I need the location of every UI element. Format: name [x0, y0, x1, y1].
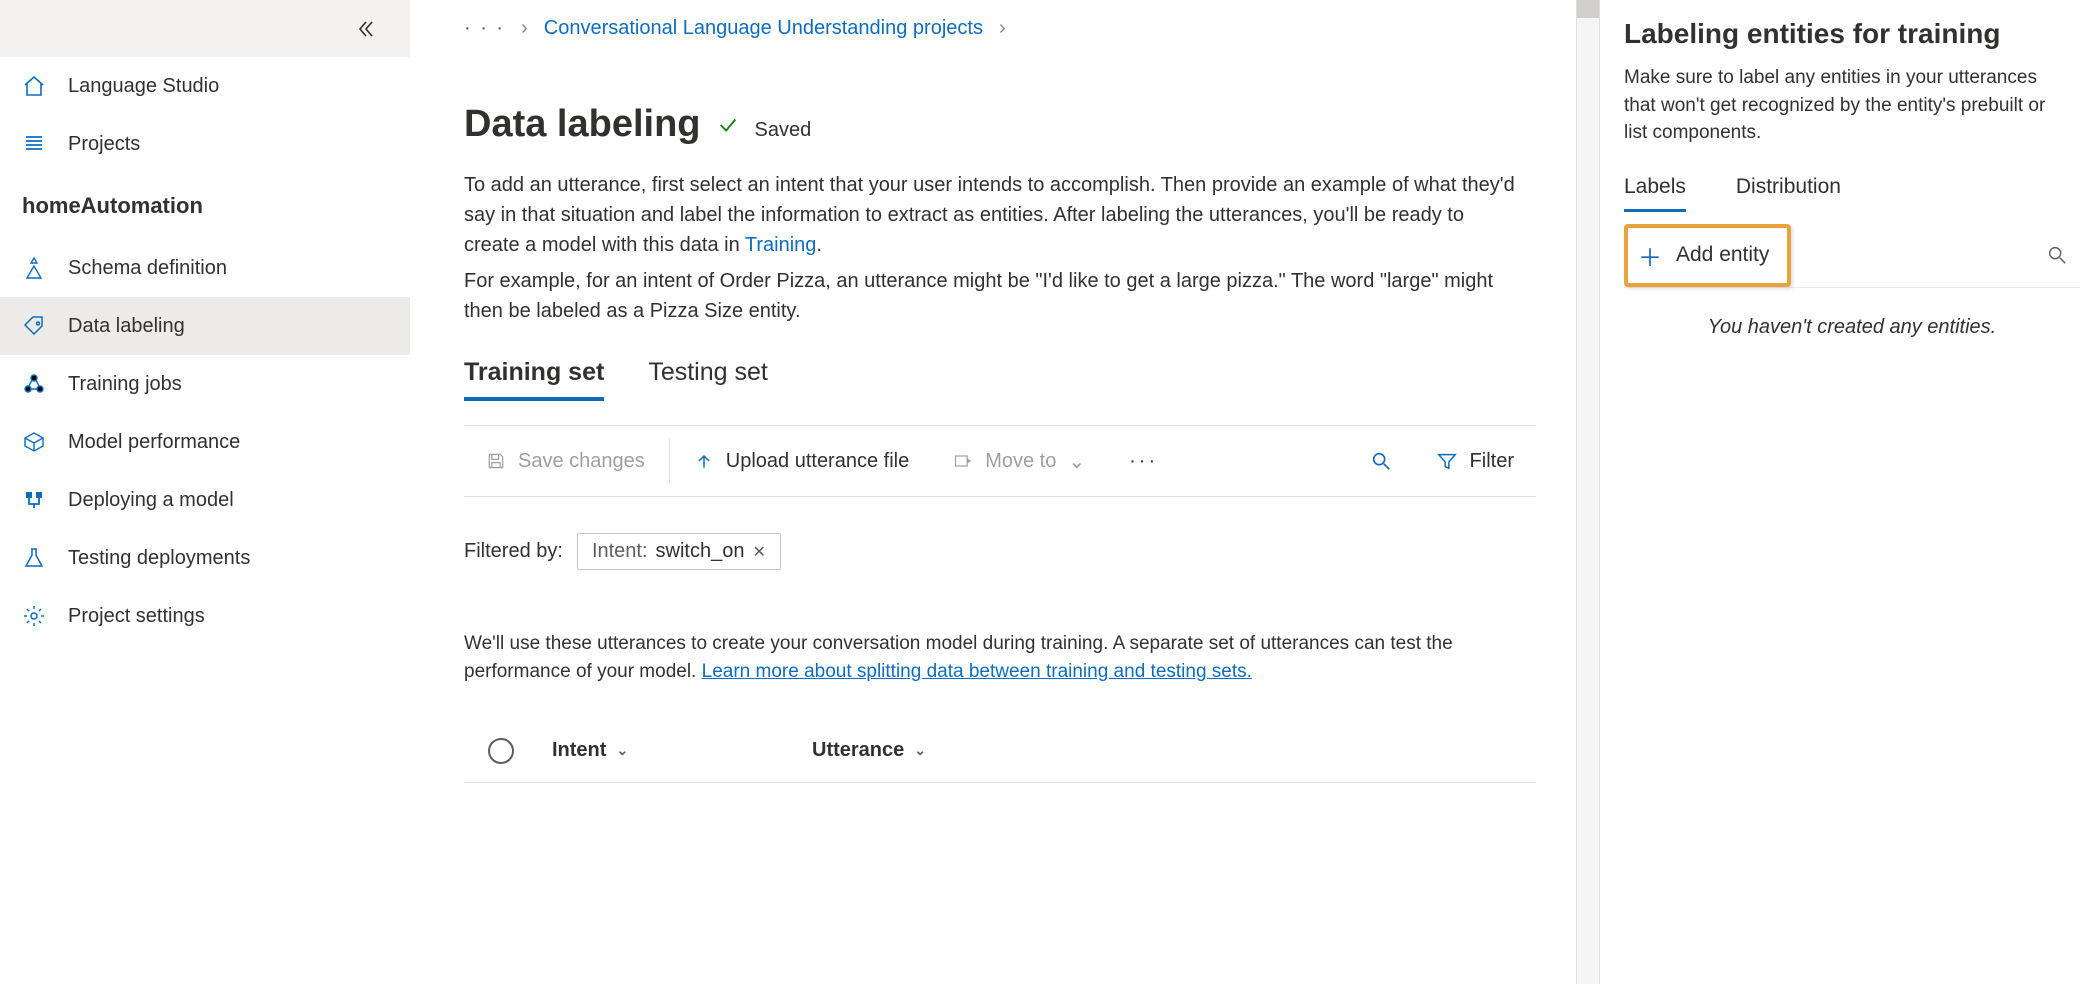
- chevron-down-icon: ⌄: [914, 742, 926, 759]
- utterance-table-header: Intent ⌄ Utterance ⌄: [464, 719, 1536, 783]
- sidebar-item-model-performance[interactable]: Model performance: [0, 413, 410, 471]
- breadcrumb: · · · › Conversational Language Understa…: [464, 0, 1536, 57]
- entity-tabs: Labels Distribution: [1624, 175, 2080, 212]
- sidebar-item-schema[interactable]: Schema definition: [0, 239, 410, 297]
- toolbar-label: Save changes: [518, 450, 645, 473]
- nav-label: Language Studio: [68, 75, 219, 98]
- sidebar-item-language-studio[interactable]: Language Studio: [0, 57, 410, 115]
- save-icon: [486, 451, 506, 471]
- column-header-intent[interactable]: Intent ⌄: [552, 739, 812, 762]
- cluster-icon: [22, 372, 68, 396]
- chevron-right-icon: ›: [521, 17, 528, 40]
- right-panel-title: Labeling entities for training: [1624, 18, 2080, 50]
- tab-testing-set[interactable]: Testing set: [648, 358, 768, 401]
- sidebar-header-bar: [0, 0, 410, 57]
- deploy-icon: [22, 488, 68, 512]
- tab-labels[interactable]: Labels: [1624, 175, 1686, 212]
- chevron-right-icon: ›: [999, 17, 1006, 40]
- learn-more-link[interactable]: Learn more about splitting data between …: [702, 661, 1252, 682]
- nav-label: Data labeling: [68, 315, 185, 338]
- filter-button[interactable]: Filter: [1414, 426, 1536, 496]
- intro-text: To add an utterance, first select an int…: [464, 174, 1515, 256]
- save-changes-button: Save changes: [464, 426, 667, 496]
- sidebar: Language Studio Projects homeAutomation …: [0, 0, 410, 984]
- select-all-checkbox[interactable]: [488, 738, 514, 764]
- split-note: We'll use these utterances to create you…: [464, 630, 1524, 685]
- home-icon: [22, 74, 68, 98]
- intro-paragraph-2: For example, for an intent of Order Pizz…: [464, 266, 1524, 326]
- vertical-scrollbar[interactable]: [1576, 0, 1600, 984]
- column-label: Intent: [552, 739, 606, 762]
- tab-distribution[interactable]: Distribution: [1736, 175, 1841, 212]
- filter-icon: [1436, 450, 1458, 472]
- plus-icon: ＋: [1638, 238, 1662, 273]
- saved-status: Saved: [755, 119, 812, 142]
- chevron-down-icon: ⌄: [1068, 449, 1085, 474]
- breadcrumb-ellipsis[interactable]: · · ·: [464, 17, 505, 40]
- toolbar-label: Upload utterance file: [726, 450, 909, 473]
- intro-text: .: [816, 234, 822, 256]
- collapse-sidebar-icon[interactable]: [356, 19, 376, 39]
- breadcrumb-link-projects[interactable]: Conversational Language Understanding pr…: [544, 17, 983, 40]
- search-icon: [1370, 450, 1392, 472]
- nav-label: Training jobs: [68, 373, 182, 396]
- chevron-down-icon: ⌄: [616, 742, 628, 759]
- list-icon: [22, 132, 68, 156]
- add-entity-label: Add entity: [1676, 243, 1769, 267]
- nav-label: Project settings: [68, 605, 205, 628]
- sidebar-item-deploying[interactable]: Deploying a model: [0, 471, 410, 529]
- schema-icon: [22, 256, 68, 280]
- entity-panel: Labeling entities for training Make sure…: [1600, 0, 2080, 984]
- flask-icon: [22, 546, 68, 570]
- nav-label: Deploying a model: [68, 489, 234, 512]
- filter-row: Filtered by: Intent: switch_on ✕: [464, 533, 1536, 570]
- main-content: · · · › Conversational Language Understa…: [410, 0, 1576, 984]
- page-title-row: Data labeling Saved: [464, 103, 1536, 146]
- dataset-tabs: Training set Testing set: [464, 358, 1536, 401]
- filtered-by-label: Filtered by:: [464, 540, 563, 563]
- filter-pill-value: switch_on: [656, 540, 745, 563]
- add-entity-row: ＋ Add entity: [1624, 224, 2080, 288]
- upload-icon: [694, 451, 714, 471]
- sidebar-item-training-jobs[interactable]: Training jobs: [0, 355, 410, 413]
- search-icon[interactable]: [2046, 244, 2068, 266]
- moveto-icon: [953, 451, 973, 471]
- check-icon: [717, 114, 739, 136]
- add-entity-button[interactable]: ＋ Add entity: [1624, 224, 1791, 287]
- close-icon[interactable]: ✕: [752, 542, 765, 562]
- nav-label: Schema definition: [68, 257, 227, 280]
- tab-training-set[interactable]: Training set: [464, 358, 604, 401]
- filter-pill-intent[interactable]: Intent: switch_on ✕: [577, 533, 781, 570]
- gear-icon: [22, 604, 68, 628]
- toolbar: Save changes Upload utterance file Move …: [464, 425, 1536, 497]
- sidebar-item-data-labeling[interactable]: Data labeling: [0, 297, 410, 355]
- project-name: homeAutomation: [0, 173, 410, 239]
- search-button[interactable]: [1348, 426, 1414, 496]
- cube-icon: [22, 430, 68, 454]
- sidebar-item-project-settings[interactable]: Project settings: [0, 587, 410, 645]
- scroll-arrow-up-icon[interactable]: [1577, 0, 1599, 18]
- nav-label: Testing deployments: [68, 547, 250, 570]
- column-label: Utterance: [812, 739, 904, 762]
- tag-icon: [22, 314, 68, 338]
- sidebar-item-testing[interactable]: Testing deployments: [0, 529, 410, 587]
- upload-utterance-button[interactable]: Upload utterance file: [672, 426, 931, 496]
- toolbar-divider: [669, 439, 670, 483]
- nav-label: Model performance: [68, 431, 240, 454]
- right-panel-description: Make sure to label any entities in your …: [1624, 64, 2064, 147]
- page-title: Data labeling: [464, 103, 701, 146]
- nav-label: Projects: [68, 133, 140, 156]
- sidebar-item-projects[interactable]: Projects: [0, 115, 410, 173]
- no-entities-message: You haven't created any entities.: [1624, 316, 2080, 339]
- more-icon: ···: [1129, 450, 1158, 473]
- toolbar-overflow-button[interactable]: ···: [1107, 426, 1180, 496]
- column-header-utterance[interactable]: Utterance ⌄: [812, 739, 926, 762]
- toolbar-label: Filter: [1470, 450, 1514, 473]
- move-to-button: Move to ⌄: [931, 426, 1107, 496]
- intro-paragraph-1: To add an utterance, first select an int…: [464, 170, 1524, 260]
- toolbar-label: Move to: [985, 450, 1056, 473]
- training-link[interactable]: Training: [745, 234, 817, 256]
- filter-pill-key: Intent:: [592, 540, 648, 563]
